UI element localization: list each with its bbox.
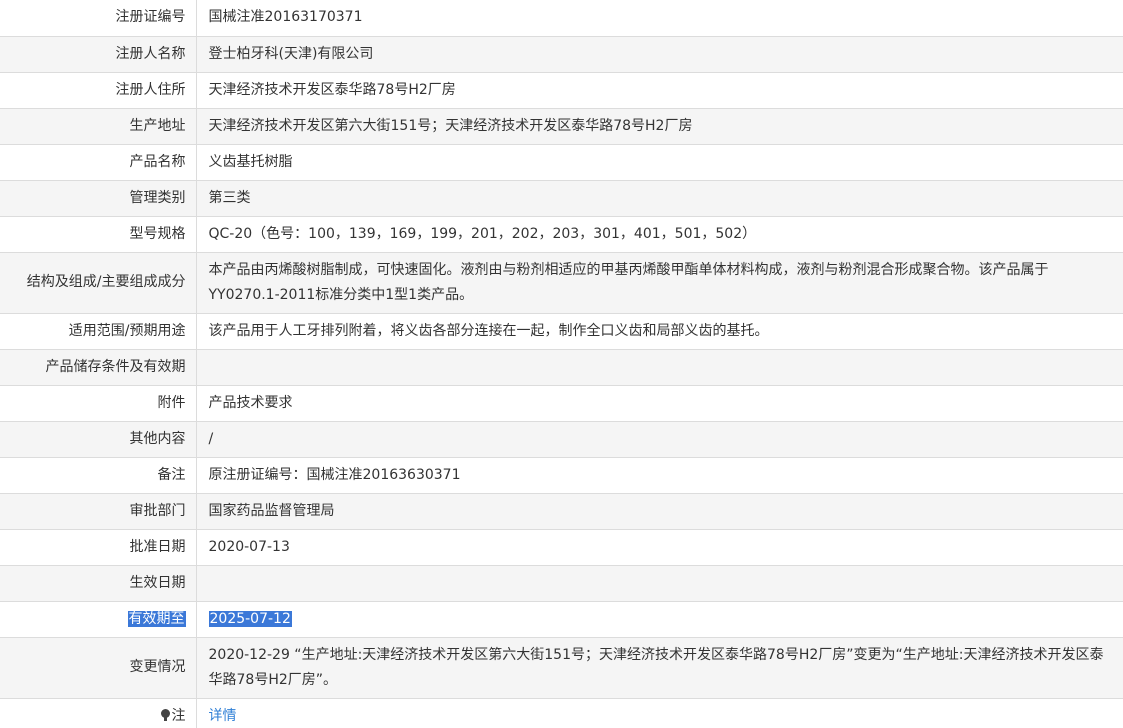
field-value: 2020-12-29 “生产地址:天津经济技术开发区第六大街151号；天津经济技… (196, 636, 1123, 699)
field-value: 产品技术要求 (196, 384, 1123, 422)
bulb-icon (160, 708, 170, 721)
field-label: 生产地址 (0, 107, 197, 145)
field-value: 义齿基托树脂 (196, 143, 1123, 181)
field-label: 备注 (0, 456, 197, 494)
field-value: 天津经济技术开发区第六大街151号；天津经济技术开发区泰华路78号H2厂房 (196, 107, 1123, 145)
note-value-cell: 详情 (196, 697, 1123, 728)
row-remarks: 备注 原注册证编号：国械注准20163630371 (0, 456, 1123, 494)
row-attachment: 附件 产品技术要求 (0, 384, 1123, 422)
row-storage-validity: 产品储存条件及有效期 (0, 348, 1123, 386)
row-note: 注 详情 (0, 697, 1123, 728)
registration-detail-table: 注册证编号 国械注准20163170371 注册人名称 登士柏牙科(天津)有限公… (0, 0, 1123, 728)
field-value: QC-20（色号：100，139，169，199，201，202，203，301… (196, 215, 1123, 253)
field-value: 2025-07-12 (196, 600, 1123, 638)
field-label: 注册人名称 (0, 35, 197, 73)
row-product-name: 产品名称 义齿基托树脂 (0, 143, 1123, 181)
field-label: 变更情况 (0, 636, 197, 699)
field-value: 该产品用于人工牙排列附着，将义齿各部分连接在一起，制作全口义齿和局部义齿的基托。 (196, 312, 1123, 350)
field-label: 管理类别 (0, 179, 197, 217)
details-link[interactable]: 详情 (209, 708, 237, 724)
field-label: 审批部门 (0, 492, 197, 530)
row-management-class: 管理类别 第三类 (0, 179, 1123, 217)
field-label: 适用范围/预期用途 (0, 312, 197, 350)
row-approval-department: 审批部门 国家药品监督管理局 (0, 492, 1123, 530)
row-approval-date: 批准日期 2020-07-13 (0, 528, 1123, 566)
field-label: 生效日期 (0, 564, 197, 602)
selected-label-text: 有效期至 (127, 610, 186, 627)
field-label: 注册人住所 (0, 71, 197, 109)
row-structure-composition: 结构及组成/主要组成成分 本产品由丙烯酸树脂制成，可快速固化。液剂由与粉剂相适应… (0, 251, 1123, 314)
row-intended-use: 适用范围/预期用途 该产品用于人工牙排列附着，将义齿各部分连接在一起，制作全口义… (0, 312, 1123, 350)
row-change-history: 变更情况 2020-12-29 “生产地址:天津经济技术开发区第六大街151号；… (0, 636, 1123, 699)
field-label: 附件 (0, 384, 197, 422)
row-registration-number: 注册证编号 国械注准20163170371 (0, 0, 1123, 37)
field-label: 有效期至 (0, 600, 197, 638)
field-label: 产品名称 (0, 143, 197, 181)
field-value (196, 564, 1123, 602)
field-value: 第三类 (196, 179, 1123, 217)
field-label: 其他内容 (0, 420, 197, 458)
note-label-cell: 注 (0, 697, 197, 728)
row-registrant-name: 注册人名称 登士柏牙科(天津)有限公司 (0, 35, 1123, 73)
field-label: 注册证编号 (0, 0, 197, 37)
field-value: 登士柏牙科(天津)有限公司 (196, 35, 1123, 73)
field-value: 天津经济技术开发区泰华路78号H2厂房 (196, 71, 1123, 109)
row-model-spec: 型号规格 QC-20（色号：100，139，169，199，201，202，20… (0, 215, 1123, 253)
row-registrant-address: 注册人住所 天津经济技术开发区泰华路78号H2厂房 (0, 71, 1123, 109)
field-value: / (196, 420, 1123, 458)
selected-value-text: 2025-07-12 (208, 610, 292, 627)
row-valid-until: 有效期至 2025-07-12 (0, 600, 1123, 638)
field-value: 原注册证编号：国械注准20163630371 (196, 456, 1123, 494)
field-value (196, 348, 1123, 386)
row-other-content: 其他内容 / (0, 420, 1123, 458)
field-label: 产品储存条件及有效期 (0, 348, 197, 386)
field-label: 批准日期 (0, 528, 197, 566)
field-label: 结构及组成/主要组成成分 (0, 251, 197, 314)
field-value: 国家药品监督管理局 (196, 492, 1123, 530)
field-value: 本产品由丙烯酸树脂制成，可快速固化。液剂由与粉剂相适应的甲基丙烯酸甲酯单体材料构… (196, 251, 1123, 314)
field-value: 国械注准20163170371 (196, 0, 1123, 37)
field-label: 型号规格 (0, 215, 197, 253)
row-effective-date: 生效日期 (0, 564, 1123, 602)
field-value: 2020-07-13 (196, 528, 1123, 566)
row-production-address: 生产地址 天津经济技术开发区第六大街151号；天津经济技术开发区泰华路78号H2… (0, 107, 1123, 145)
note-label: 注 (171, 707, 186, 724)
